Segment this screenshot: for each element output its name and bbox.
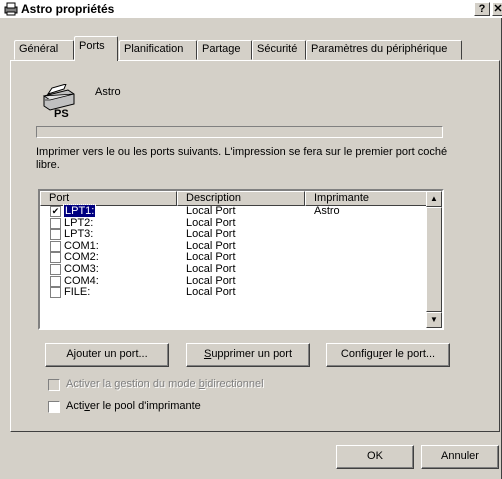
port-checkbox[interactable]: [50, 287, 61, 299]
help-button[interactable]: ?: [474, 2, 490, 16]
port-description: Local Port: [186, 274, 236, 287]
status-field: [36, 126, 443, 138]
pooling-label[interactable]: Activer le pool d'imprimante: [66, 400, 201, 412]
port-list-header: Port Description Imprimante: [40, 191, 428, 206]
printer-name: Astro: [95, 86, 121, 98]
tab-partage[interactable]: Partage: [197, 40, 252, 60]
scroll-thumb[interactable]: [426, 207, 442, 312]
port-list[interactable]: Port Description Imprimante ✔ LPT1: Local …: [38, 189, 444, 330]
add-port-button[interactable]: Ajouter un port...: [45, 343, 169, 367]
port-name: LPT2:: [64, 216, 94, 229]
printer-ps-icon: PS: [42, 84, 75, 118]
properties-window: Astro propriétés ? ✕ Général Ports Plani…: [0, 0, 502, 479]
table-row[interactable]: FILE: Local Port: [40, 286, 428, 299]
port-list-rows: ✔ LPT1: Local Port Astro LPT2: Local Port LPT3…: [40, 204, 428, 299]
port-name: LPT3:: [64, 228, 94, 241]
port-description: Local Port: [186, 251, 236, 264]
port-checkbox[interactable]: [50, 240, 61, 252]
port-checkbox[interactable]: [50, 252, 61, 264]
window-title: Astro propriétés: [21, 2, 115, 16]
port-description: Local Port: [186, 262, 236, 275]
tab-parametres[interactable]: Paramètres du périphérique: [306, 40, 462, 60]
svg-text:PS: PS: [54, 108, 69, 118]
port-checkbox[interactable]: [50, 275, 61, 287]
delete-port-button[interactable]: Supprimer un port: [186, 343, 310, 367]
port-description: Local Port: [186, 205, 236, 217]
port-name: COM4:: [64, 274, 99, 287]
close-button[interactable]: ✕: [492, 2, 502, 16]
instructions-text: Imprimer vers le ou les ports suivants. …: [36, 146, 448, 171]
port-description: Local Port: [186, 239, 236, 252]
column-description[interactable]: Description: [177, 191, 305, 206]
printer-icon: [4, 2, 18, 16]
tab-ports[interactable]: Ports: [74, 36, 118, 61]
column-port[interactable]: Port: [40, 191, 177, 206]
cancel-button[interactable]: Annuler: [421, 445, 499, 469]
port-description: Local Port: [186, 216, 236, 229]
scroll-down-icon[interactable]: ▼: [426, 312, 442, 328]
column-printer[interactable]: Imprimante: [305, 191, 428, 206]
port-name: COM3:: [64, 262, 99, 275]
pooling-checkbox[interactable]: [48, 401, 60, 413]
port-checkbox[interactable]: [50, 229, 61, 241]
tab-planification[interactable]: Planification: [119, 40, 197, 60]
bidirectional-label: Activer la gestion du mode bidirectionne…: [66, 378, 264, 390]
port-checkbox[interactable]: [50, 263, 61, 275]
port-checkbox[interactable]: ✔: [50, 206, 61, 217]
port-description: Local Port: [186, 228, 236, 241]
bidirectional-checkbox: [48, 379, 60, 391]
port-name: COM1:: [64, 239, 99, 252]
configure-port-button[interactable]: Configurer le port...: [326, 343, 450, 367]
port-description: Local Port: [186, 286, 236, 299]
title-bar[interactable]: Astro propriétés ? ✕: [0, 0, 502, 18]
port-name: LPT1:: [62, 204, 97, 218]
tab-general[interactable]: Général: [14, 40, 74, 60]
port-checkbox[interactable]: [50, 217, 61, 229]
port-name: FILE:: [64, 286, 91, 299]
ok-button[interactable]: OK: [336, 445, 414, 469]
scroll-up-icon[interactable]: ▲: [426, 191, 442, 207]
port-name: COM2:: [64, 251, 99, 264]
port-printer: Astro: [314, 205, 340, 217]
tab-securite[interactable]: Sécurité: [252, 40, 306, 60]
vertical-scrollbar[interactable]: ▲ ▼: [426, 191, 442, 328]
